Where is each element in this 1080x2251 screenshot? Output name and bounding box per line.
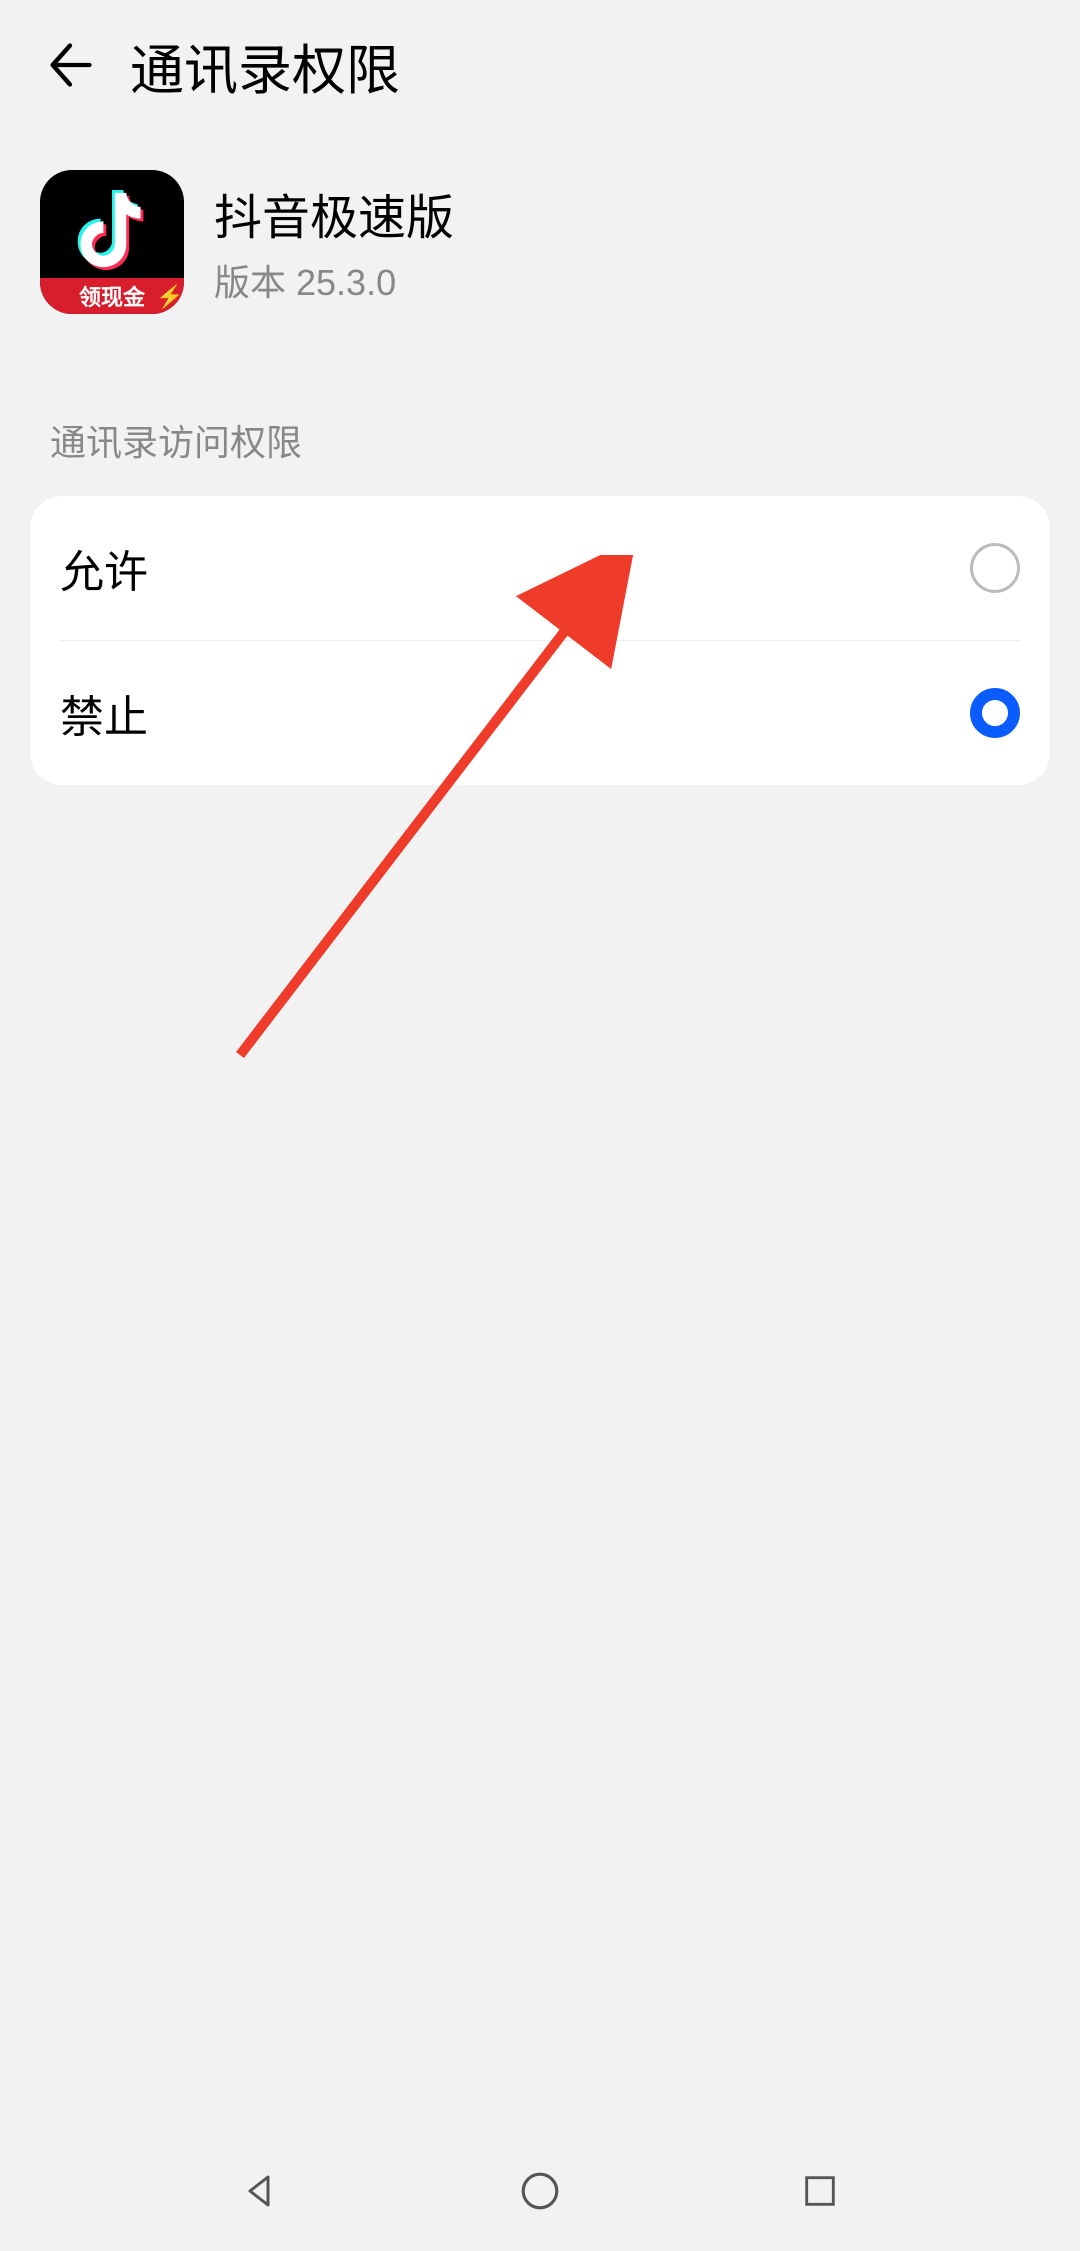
radio-selected-icon [970,688,1020,738]
option-deny-label: 禁止 [60,681,148,745]
bolt-icon: ⚡ [156,284,176,312]
nav-home-button[interactable] [515,2166,565,2216]
header-bar: 通讯录权限 [0,0,1080,130]
radio-unselected-icon [970,543,1020,593]
triangle-back-icon [240,2171,280,2211]
douyin-note-icon [40,182,184,278]
option-deny[interactable]: 禁止 [30,641,1050,785]
page-title: 通讯录权限 [130,26,400,105]
square-recent-icon [801,2172,839,2210]
back-arrow-icon [44,39,96,91]
app-info-section: 领现金 ⚡ 抖音极速版 版本 25.3.0 [0,150,1080,354]
option-allow-label: 允许 [60,536,148,600]
option-allow[interactable]: 允许 [30,496,1050,640]
app-name: 抖音极速版 [214,178,454,248]
app-details: 抖音极速版 版本 25.3.0 [214,178,454,306]
nav-back-button[interactable] [235,2166,285,2216]
permission-options-card: 允许 禁止 [30,496,1050,785]
section-label: 通讯录访问权限 [0,374,1080,486]
navigation-bar [0,2131,1080,2251]
nav-recent-button[interactable] [795,2166,845,2216]
app-version: 版本 25.3.0 [214,254,454,306]
app-icon: 领现金 ⚡ [40,170,184,314]
circle-home-icon [519,2170,561,2212]
back-button[interactable] [40,35,100,95]
